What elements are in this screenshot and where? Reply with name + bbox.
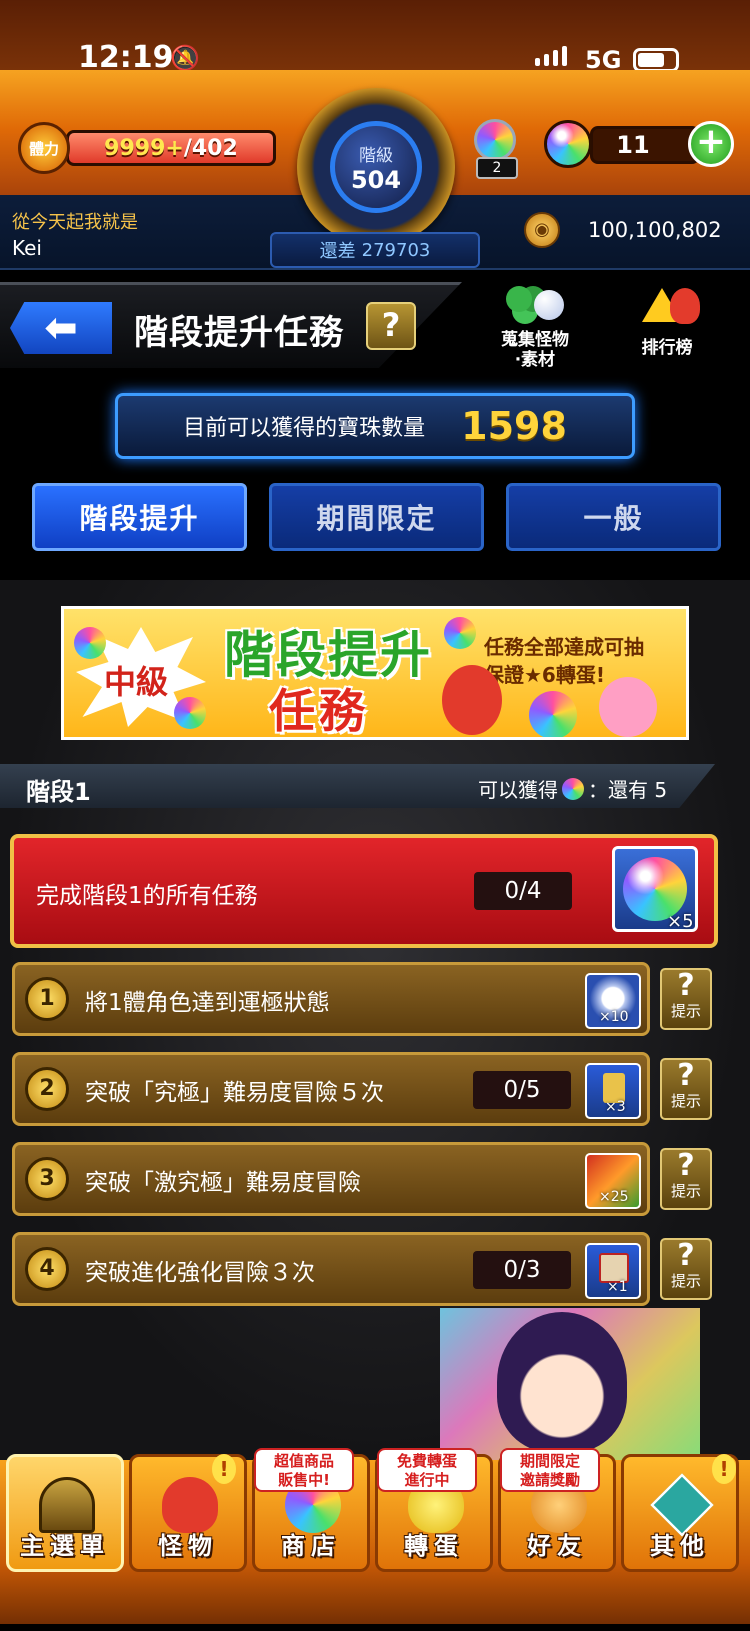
mission-text: 突破進化強化冒險３次 bbox=[85, 1260, 315, 1286]
orb-count: 11 bbox=[590, 126, 700, 164]
orb-icon bbox=[544, 120, 592, 168]
coin-value: 100,100,802 bbox=[588, 218, 722, 242]
tab-general[interactable]: 一般 bbox=[506, 483, 721, 551]
coin-icon: ◉ bbox=[524, 212, 560, 248]
mission-row[interactable]: 3 突破「激究極」難易度冒險 ×25 bbox=[12, 1142, 650, 1216]
rank-label: 階級 bbox=[359, 145, 393, 166]
gate-icon bbox=[39, 1477, 95, 1533]
back-arrow-icon: ⬅ bbox=[44, 305, 78, 351]
stage-name: 階段1 bbox=[26, 778, 91, 806]
gacha-ticket-icon[interactable]: 2 bbox=[468, 113, 524, 179]
orb-icon bbox=[562, 777, 584, 800]
orb-icon bbox=[74, 627, 106, 659]
mission-row[interactable]: 1 將1體角色達到運極狀態 ×10 bbox=[12, 962, 650, 1036]
mission-number: 4 bbox=[25, 1247, 69, 1291]
tab-limited[interactable]: 期間限定 bbox=[269, 483, 484, 551]
collect-materials-button[interactable]: 蒐集怪物 ‧素材 bbox=[480, 282, 590, 372]
hint-button[interactable]: ? 提示 bbox=[660, 1058, 712, 1120]
gacha-ticket-count: 2 bbox=[476, 157, 518, 179]
crown-icon bbox=[632, 282, 702, 338]
reward-scroll-icon[interactable]: ×1 bbox=[585, 1243, 641, 1299]
page-title: 階段提升任務 bbox=[134, 313, 344, 353]
event-banner[interactable]: 中級 階段提升 任務 任務全部達成可抽 保證★6轉蛋! bbox=[61, 606, 689, 740]
alert-icon: ! bbox=[712, 1454, 736, 1484]
stamina-current: 9999+ bbox=[104, 135, 184, 161]
stage-reward: 可以獲得 ：還有 5 bbox=[478, 777, 668, 802]
reward-qty: ×5 bbox=[667, 911, 694, 932]
reward-orb[interactable]: ×5 bbox=[612, 846, 698, 932]
mission-number: 1 bbox=[25, 977, 69, 1021]
hint-button[interactable]: ? 提示 bbox=[660, 1238, 712, 1300]
nav-main-menu[interactable]: 主選單 bbox=[6, 1454, 124, 1572]
rank-exp-remaining: 還差 279703 bbox=[270, 232, 480, 268]
task-progress: 0/4 bbox=[474, 872, 572, 910]
status-bar: 12:19 🔕 5G bbox=[0, 0, 750, 75]
alert-icon: ! bbox=[212, 1454, 236, 1484]
reward-monster-icon[interactable]: ×25 bbox=[585, 1153, 641, 1209]
mission-row[interactable]: 4 突破進化強化冒險３次 0/3 ×1 bbox=[12, 1232, 650, 1306]
character-portrait bbox=[497, 1312, 627, 1452]
event-desc-1: 任務全部達成可抽 bbox=[484, 635, 644, 659]
shop-badge: 超值商品 販售中! bbox=[254, 1448, 354, 1492]
obtainable-orbs-value: 1598 bbox=[461, 404, 567, 448]
help-button[interactable]: ? bbox=[366, 302, 416, 350]
mission-progress: 0/3 bbox=[473, 1251, 571, 1289]
reward-pearl-icon[interactable]: ×10 bbox=[585, 973, 641, 1029]
monster-icon bbox=[599, 677, 657, 737]
ranking-button[interactable]: 排行榜 bbox=[612, 282, 722, 372]
event-tag: 中級 bbox=[104, 663, 169, 701]
back-button[interactable]: ⬅ bbox=[10, 302, 112, 354]
rank-value: 504 bbox=[350, 165, 402, 194]
friends-badge: 期間限定 邀請獎勵 bbox=[500, 1448, 600, 1492]
mission-number: 3 bbox=[25, 1157, 69, 1201]
mission-text: 突破「究極」難易度冒險５次 bbox=[85, 1080, 384, 1106]
stamina-icon: 體力 bbox=[18, 122, 70, 174]
mute-icon: 🔕 bbox=[170, 44, 200, 72]
event-desc-2: 保證★6轉蛋! bbox=[484, 663, 605, 687]
obtainable-orbs-label: 目前可以獲得的寶珠數量 bbox=[183, 416, 426, 441]
stamina-max: /402 bbox=[183, 135, 238, 161]
hint-button[interactable]: ? 提示 bbox=[660, 968, 712, 1030]
obtainable-orbs-banner: 目前可以獲得的寶珠數量 1598 bbox=[115, 393, 635, 459]
mission-row[interactable]: 2 突破「究極」難易度冒險５次 0/5 ×3 bbox=[12, 1052, 650, 1126]
mission-progress: 0/5 bbox=[473, 1071, 571, 1109]
reward-item-icon[interactable]: ×3 bbox=[585, 1063, 641, 1119]
hint-button[interactable]: ? 提示 bbox=[660, 1148, 712, 1210]
battery-icon bbox=[633, 48, 679, 72]
rank-gauge[interactable]: 階級 504 bbox=[297, 88, 455, 246]
player-name: Kei bbox=[12, 236, 42, 260]
mission-text: 將1體角色達到運極狀態 bbox=[85, 990, 330, 1016]
buy-orbs-button[interactable]: + bbox=[688, 121, 734, 167]
mission-number: 2 bbox=[25, 1067, 69, 1111]
home-indicator bbox=[0, 1624, 750, 1631]
monster-icon bbox=[162, 1477, 218, 1533]
signal-icon bbox=[535, 46, 567, 66]
task-text: 完成階段1的所有任務 bbox=[36, 883, 258, 909]
event-subtitle: 任務 bbox=[269, 684, 369, 738]
player-title: 從今天起我就是 bbox=[12, 212, 138, 233]
stamina-meter[interactable]: 9999+ /402 體力 bbox=[18, 122, 276, 174]
gacha-badge: 免費轉蛋 進行中 bbox=[377, 1448, 477, 1492]
monster-icon bbox=[442, 665, 502, 735]
tab-stage-up[interactable]: 階段提升 bbox=[32, 483, 247, 551]
orb-icon bbox=[174, 697, 206, 729]
orb-icon bbox=[529, 691, 577, 737]
orb-icon bbox=[444, 617, 476, 649]
clover-icon bbox=[500, 282, 570, 330]
mission-text: 突破「激究極」難易度冒險 bbox=[85, 1170, 361, 1196]
